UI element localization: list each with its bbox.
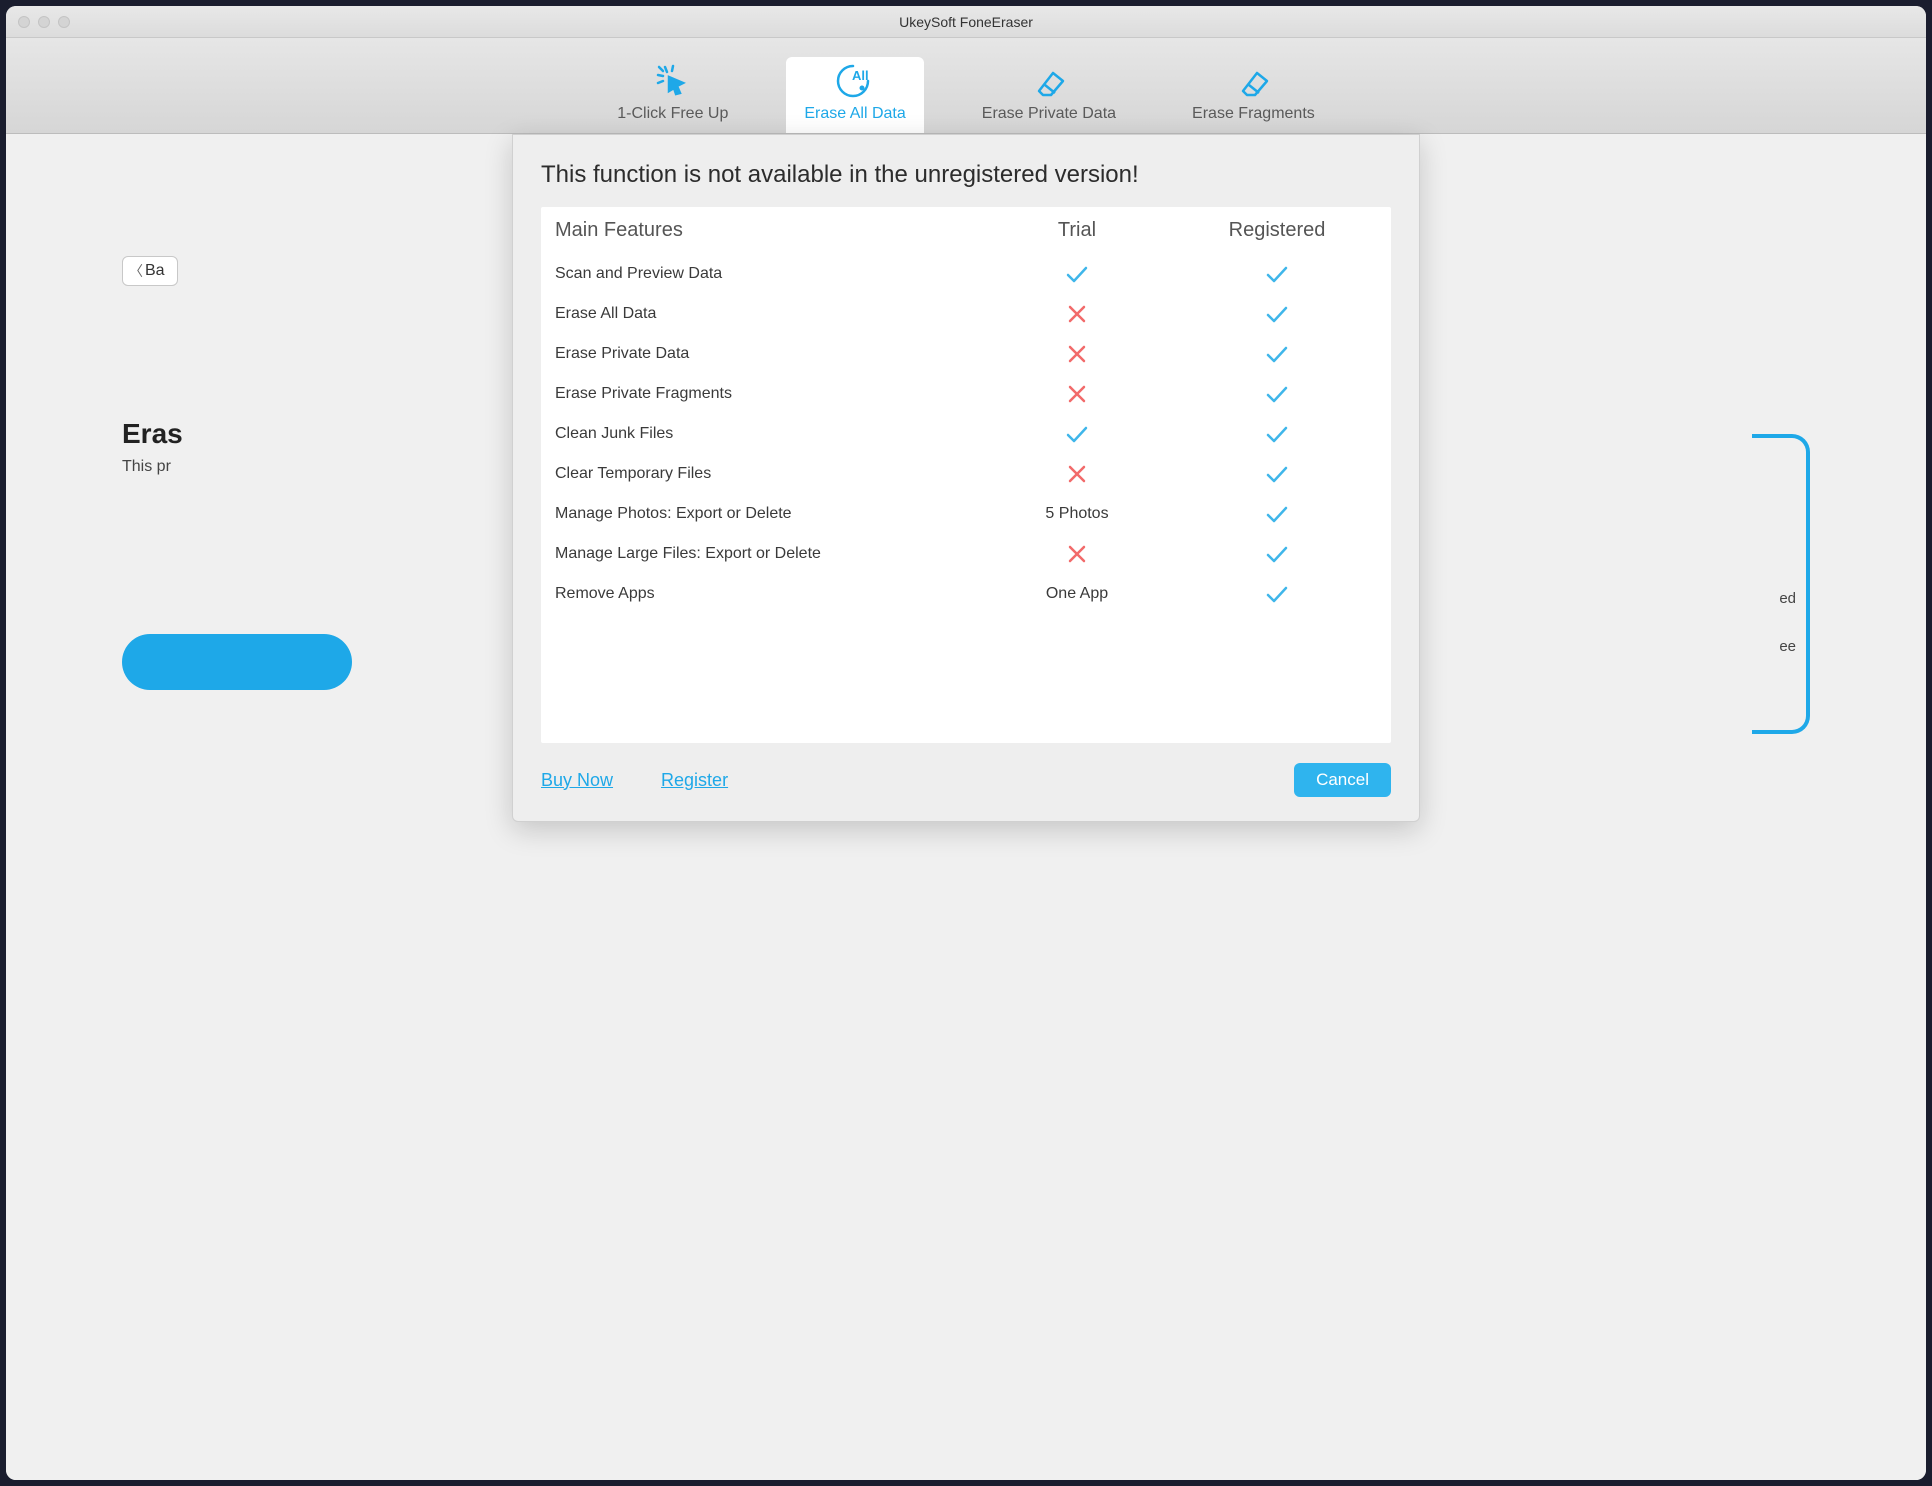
feature-name: Clear Temporary Files xyxy=(555,465,977,483)
check-icon xyxy=(1265,585,1289,602)
registered-cell xyxy=(1177,344,1377,364)
feature-comparison-table: Main Features Trial Registered Scan and … xyxy=(541,207,1391,743)
trial-cell xyxy=(977,344,1177,364)
tab-1click-free-up[interactable]: 1-Click Free Up xyxy=(599,57,746,133)
check-icon xyxy=(1265,465,1289,482)
trial-cell xyxy=(977,544,1177,564)
main-toolbar: 1-Click Free Up All Erase All Data Erase… xyxy=(6,38,1926,134)
feature-name: Erase Private Fragments xyxy=(555,385,977,403)
table-row: Manage Large Files: Export or Delete xyxy=(541,534,1391,574)
content-area: 〈 Ba Eras This pr ed ee This function is… xyxy=(6,134,1926,1480)
feature-name: Manage Photos: Export or Delete xyxy=(555,505,977,523)
tip-text-fragment: ee xyxy=(1779,638,1796,655)
column-trial: Trial xyxy=(977,219,1177,242)
eraser-icon xyxy=(1031,65,1067,99)
back-button[interactable]: 〈 Ba xyxy=(122,256,178,286)
traffic-lights xyxy=(18,16,70,28)
page-subtitle: This pr xyxy=(122,458,171,476)
check-icon xyxy=(1265,545,1289,562)
cell-text: One App xyxy=(1046,585,1108,602)
erase-all-icon: All xyxy=(835,63,875,99)
eraser-fragments-icon xyxy=(1235,65,1271,99)
registered-cell xyxy=(1177,384,1377,404)
check-icon xyxy=(1265,265,1289,282)
window-title: UkeySoft FoneEraser xyxy=(6,14,1926,30)
cursor-click-icon xyxy=(655,63,691,99)
close-window-icon[interactable] xyxy=(18,16,30,28)
table-row: Erase All Data xyxy=(541,294,1391,334)
registered-cell xyxy=(1177,504,1377,524)
check-icon xyxy=(1265,425,1289,442)
check-icon xyxy=(1065,265,1089,282)
trial-cell xyxy=(977,464,1177,484)
primary-action-button[interactable] xyxy=(122,634,352,690)
tab-erase-private-data[interactable]: Erase Private Data xyxy=(964,59,1134,133)
registered-cell xyxy=(1177,264,1377,284)
cross-icon xyxy=(1067,385,1087,402)
buy-now-link[interactable]: Buy Now xyxy=(541,770,613,791)
zoom-window-icon[interactable] xyxy=(58,16,70,28)
check-icon xyxy=(1265,305,1289,322)
titlebar: UkeySoft FoneEraser xyxy=(6,6,1926,38)
back-button-label: Ba xyxy=(145,262,165,280)
tip-bracket xyxy=(1752,434,1810,734)
column-features: Main Features xyxy=(555,219,977,242)
cross-icon xyxy=(1067,345,1087,362)
feature-name: Erase All Data xyxy=(555,305,977,323)
trial-cell xyxy=(977,384,1177,404)
feature-name: Manage Large Files: Export or Delete xyxy=(555,545,977,563)
registered-cell xyxy=(1177,464,1377,484)
register-link[interactable]: Register xyxy=(661,770,728,791)
tab-label: Erase Private Data xyxy=(982,105,1116,123)
table-row: Scan and Preview Data xyxy=(541,254,1391,294)
table-row: Erase Private Fragments xyxy=(541,374,1391,414)
table-row: Clean Junk Files xyxy=(541,414,1391,454)
cell-text: 5 Photos xyxy=(1045,505,1108,522)
tab-erase-all-data[interactable]: All Erase All Data xyxy=(786,57,923,133)
registered-cell xyxy=(1177,584,1377,604)
modal-footer: Buy Now Register Cancel xyxy=(513,743,1419,821)
table-row: Erase Private Data xyxy=(541,334,1391,374)
trial-cell xyxy=(977,304,1177,324)
modal-heading: This function is not available in the un… xyxy=(513,135,1419,207)
trial-cell: One App xyxy=(977,585,1177,603)
registered-cell xyxy=(1177,544,1377,564)
cross-icon xyxy=(1067,545,1087,562)
column-registered: Registered xyxy=(1177,219,1377,242)
table-row: Remove Apps One App xyxy=(541,574,1391,614)
check-icon xyxy=(1265,505,1289,522)
table-row: Manage Photos: Export or Delete 5 Photos xyxy=(541,494,1391,534)
tab-label: 1-Click Free Up xyxy=(617,105,728,123)
tab-erase-fragments[interactable]: Erase Fragments xyxy=(1174,59,1333,133)
svg-text:All: All xyxy=(852,68,869,83)
feature-name: Scan and Preview Data xyxy=(555,265,977,283)
page-title: Eras xyxy=(122,418,183,450)
minimize-window-icon[interactable] xyxy=(38,16,50,28)
feature-name: Remove Apps xyxy=(555,585,977,603)
table-row: Clear Temporary Files xyxy=(541,454,1391,494)
registered-cell xyxy=(1177,424,1377,444)
registered-cell xyxy=(1177,304,1377,324)
feature-name: Erase Private Data xyxy=(555,345,977,363)
cross-icon xyxy=(1067,305,1087,322)
check-icon xyxy=(1065,425,1089,442)
table-header-row: Main Features Trial Registered xyxy=(541,207,1391,254)
check-icon xyxy=(1265,345,1289,362)
cancel-button[interactable]: Cancel xyxy=(1294,763,1391,797)
trial-cell xyxy=(977,264,1177,284)
check-icon xyxy=(1265,385,1289,402)
trial-cell xyxy=(977,424,1177,444)
app-window: UkeySoft FoneEraser 1-Click Free Up xyxy=(6,6,1926,1480)
unregistered-modal: This function is not available in the un… xyxy=(512,134,1420,822)
trial-cell: 5 Photos xyxy=(977,505,1177,523)
tab-label: Erase Fragments xyxy=(1192,105,1315,123)
chevron-left-icon: 〈 xyxy=(129,261,143,281)
tab-label: Erase All Data xyxy=(804,105,905,123)
tip-text-fragment: ed xyxy=(1779,590,1796,607)
cross-icon xyxy=(1067,465,1087,482)
feature-name: Clean Junk Files xyxy=(555,425,977,443)
